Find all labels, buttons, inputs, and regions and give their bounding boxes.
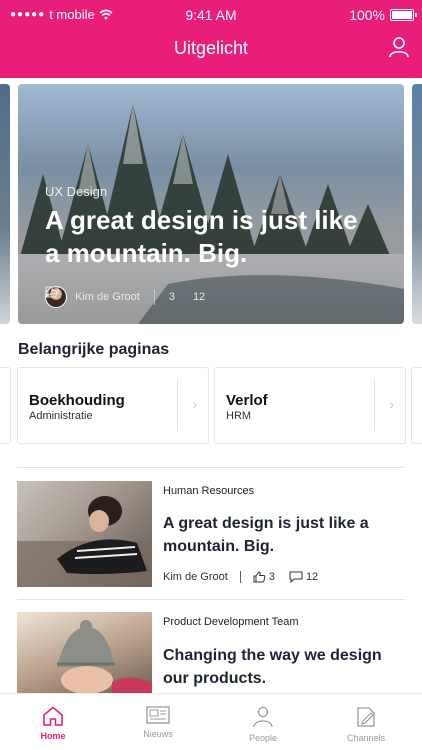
like-count[interactable]: 3	[253, 571, 275, 583]
tab-label: People	[248, 733, 278, 743]
comment-count[interactable]: 12	[45, 286, 206, 303]
page-card-previous[interactable]	[0, 367, 11, 444]
tab-nieuws[interactable]: Nieuws	[118, 706, 198, 739]
news-meta: Kim de Groot 3 12	[163, 571, 318, 583]
divider	[153, 289, 155, 305]
tab-people[interactable]: People	[223, 706, 303, 743]
section-divider	[17, 467, 405, 468]
tab-channels[interactable]: Channels	[326, 706, 406, 743]
hero-meta: Kim de Groot 3 12	[45, 286, 205, 308]
page-card-verlof[interactable]: Verlof HRM ›	[214, 367, 406, 444]
news-source: Product Development Team	[163, 616, 299, 628]
news-author: Kim de Groot	[163, 571, 228, 583]
tab-label: Home	[40, 731, 66, 741]
hero-likes: 3	[168, 291, 175, 303]
battery-indicator: 100%	[349, 7, 417, 23]
hero-category: UX Design	[45, 184, 108, 199]
news-image	[17, 496, 152, 587]
hero-author: Kim de Groot	[75, 291, 140, 303]
tab-home[interactable]: Home	[13, 706, 93, 741]
like-icon	[253, 571, 266, 583]
news-title[interactable]: A great design is just like a mountain. …	[163, 512, 403, 558]
divider	[374, 379, 375, 431]
page-card-title: Verlof	[226, 392, 268, 409]
news-title[interactable]: Changing the way we design our products.	[163, 644, 403, 690]
tab-label: Nieuws	[143, 729, 173, 739]
battery-percent: 100%	[349, 7, 385, 23]
tab-label: Channels	[346, 733, 386, 743]
news-thumbnail[interactable]	[17, 612, 152, 694]
hero-card-previous[interactable]	[0, 84, 10, 324]
comment-icon	[45, 286, 59, 298]
hero-comments: 12	[192, 291, 206, 303]
people-icon	[253, 706, 273, 728]
page-card-title: Boekhouding	[29, 392, 125, 409]
news-comments: 12	[305, 571, 319, 583]
hero-card-next[interactable]	[412, 84, 422, 324]
section-divider	[17, 599, 405, 600]
hero-title: A great design is just like a mountain. …	[45, 205, 358, 268]
battery-icon	[390, 9, 417, 21]
news-source: Human Resources	[163, 485, 255, 497]
chevron-right-icon: ›	[192, 396, 197, 412]
page-card-subtitle: Administratie	[29, 410, 93, 422]
news-icon	[146, 706, 170, 724]
hero-card[interactable]: UX Design A great design is just like a …	[18, 84, 404, 324]
like-count[interactable]: 3	[45, 286, 175, 303]
important-pages-heading: Belangrijke paginas	[18, 341, 170, 358]
page-card-subtitle: HRM	[226, 410, 252, 422]
page-title: Uitgelicht	[173, 38, 249, 58]
profile-icon[interactable]	[388, 36, 410, 58]
divider	[239, 571, 241, 583]
channels-icon	[357, 707, 375, 727]
page-card-boekhouding[interactable]: Boekhouding Administratie ›	[17, 367, 209, 444]
divider	[177, 379, 178, 431]
comment-icon	[289, 571, 303, 583]
app-header: ●●●●● t mobile 9:41 AM 100% Uitgelicht	[0, 0, 422, 78]
comment-count[interactable]: 12	[289, 571, 318, 583]
home-icon	[43, 706, 63, 726]
news-likes: 3	[268, 571, 275, 583]
news-image	[57, 620, 152, 694]
status-bar: ●●●●● t mobile 9:41 AM 100%	[0, 7, 422, 25]
page-card-next[interactable]	[411, 367, 422, 444]
tab-bar: Home Nieuws People Channels	[0, 693, 422, 750]
chevron-right-icon: ›	[389, 396, 394, 412]
news-thumbnail[interactable]	[17, 481, 152, 587]
